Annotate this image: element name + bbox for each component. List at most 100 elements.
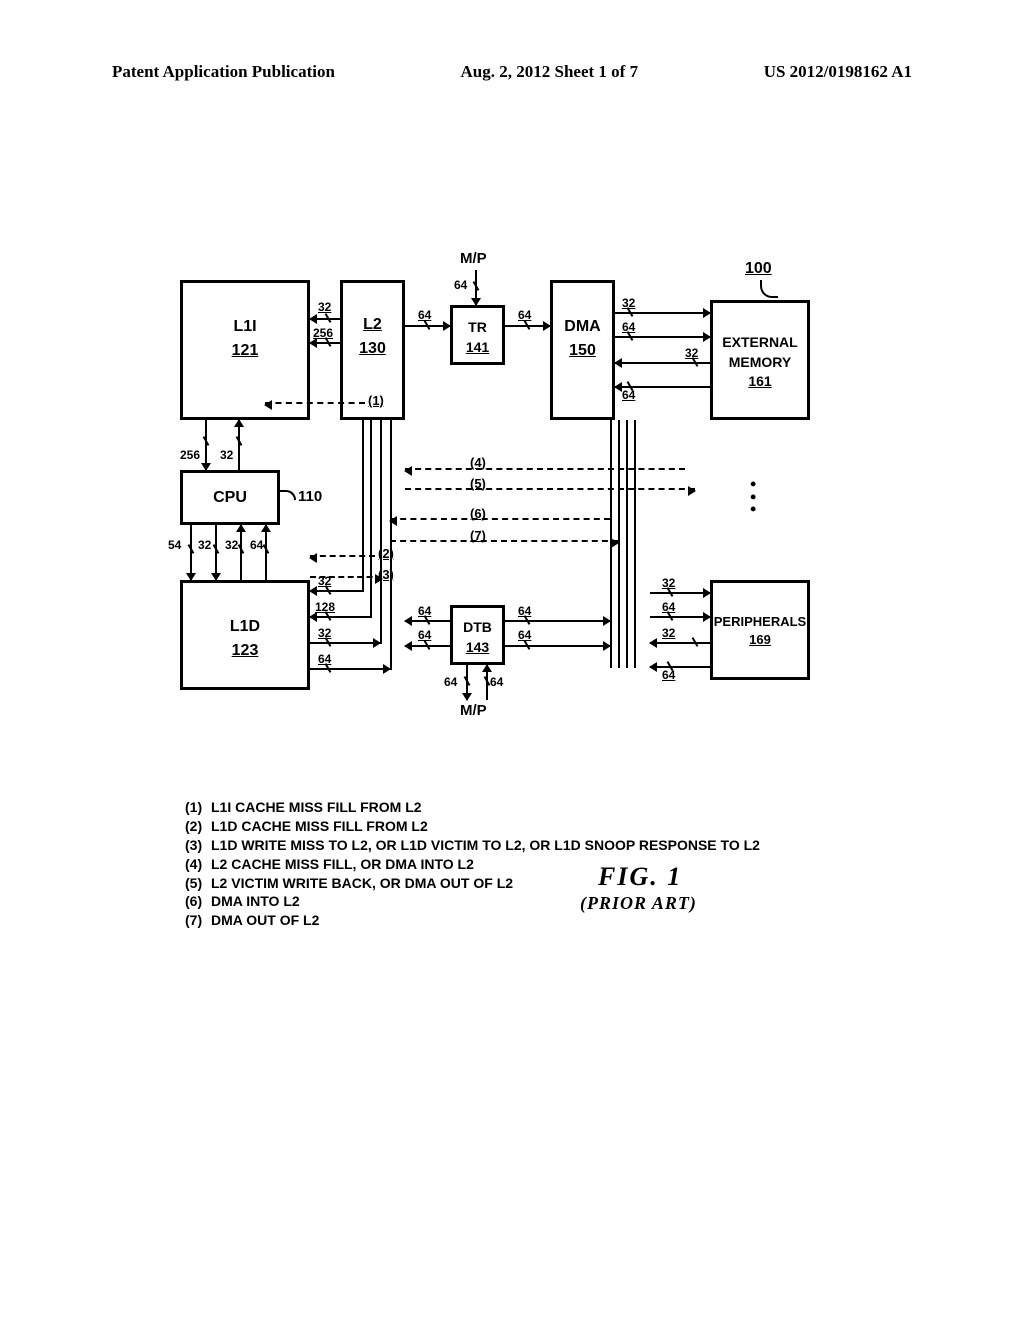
bus-width-32: 32 <box>220 448 233 462</box>
bend-a <box>362 420 364 592</box>
path-2-label: (2) <box>378 546 394 561</box>
ref-110: 110 <box>298 488 322 505</box>
bus-width-32: 32 <box>662 576 675 590</box>
ref-100: 100 <box>745 260 772 278</box>
bus-width-64: 64 <box>622 320 635 334</box>
block-peripherals: PERIPHERALS 169 <box>710 580 810 680</box>
block-l1d-num: 123 <box>183 639 307 663</box>
legend-t-4: L2 CACHE MISS FILL, OR DMA INTO L2 <box>211 855 474 874</box>
dma-drop-d <box>634 420 636 668</box>
path-1-label: (1) <box>368 393 384 408</box>
block-l2-num: 130 <box>343 337 402 361</box>
prior-art-note: (PRIOR ART) <box>580 893 697 914</box>
bus-width-32: 32 <box>662 626 675 640</box>
bus-per-to-dma-64 <box>650 666 710 668</box>
legend-n-4: (4) <box>185 855 211 874</box>
path-5-label: (5) <box>470 476 486 491</box>
legend-t-3: L1D WRITE MISS TO L2, OR L1D VICTIM TO L… <box>211 836 760 855</box>
block-l2-name: L2 <box>343 313 402 337</box>
block-external-memory: EXTERNAL MEMORY 161 <box>710 300 810 420</box>
legend-t-6: DMA INTO L2 <box>211 892 300 911</box>
legend-n-2: (2) <box>185 817 211 836</box>
bus-width-64: 64 <box>662 600 675 614</box>
bus-width-32: 32 <box>685 346 698 360</box>
path-4-line <box>405 468 685 470</box>
legend-n-5: (5) <box>185 874 211 893</box>
path-2-line <box>310 555 375 557</box>
path-6-line <box>390 518 610 520</box>
block-l1i-num: 121 <box>183 339 307 363</box>
block-l1d: L1D 123 <box>180 580 310 690</box>
bus-width-64: 64 <box>318 652 331 666</box>
bend-d <box>390 420 392 670</box>
mp-label-top: M/P <box>460 250 487 267</box>
header-right: US 2012/0198162 A1 <box>764 62 912 82</box>
block-dtb-num: 143 <box>453 638 502 658</box>
page-header: Patent Application Publication Aug. 2, 2… <box>112 62 912 82</box>
bus-dtb-to-dma-b <box>505 645 610 647</box>
bus-width-64: 64 <box>418 604 431 618</box>
bus-l1d-to-l2-32 <box>310 642 380 644</box>
block-ext-name: EXTERNAL MEMORY <box>713 333 807 372</box>
bend-c <box>380 420 382 644</box>
legend-n-3: (3) <box>185 836 211 855</box>
header-center: Aug. 2, 2012 Sheet 1 of 7 <box>461 62 639 82</box>
block-dma: DMA 150 <box>550 280 615 420</box>
bus-width-128: 128 <box>315 600 335 614</box>
bus-width-54: 54 <box>168 538 181 552</box>
block-dtb-name: DTB <box>453 618 502 638</box>
figure-label: FIG. 1 <box>598 862 682 892</box>
bus-width-64: 64 <box>518 604 531 618</box>
block-cpu-name: CPU <box>183 489 277 507</box>
bus-width-256: 256 <box>180 448 200 462</box>
bus-width-64: 64 <box>622 388 635 402</box>
bus-width-32: 32 <box>198 538 211 552</box>
bus-width-64: 64 <box>662 668 675 682</box>
bus-l2-to-l1i-32 <box>310 318 340 320</box>
mp-label-bottom: M/P <box>460 702 487 719</box>
block-per-num: 169 <box>713 631 807 649</box>
path-7-label: (7) <box>470 528 486 543</box>
header-left: Patent Application Publication <box>112 62 335 82</box>
path-6-label: (6) <box>470 506 486 521</box>
bus-width-32: 32 <box>622 296 635 310</box>
bus-width-256: 256 <box>313 326 333 340</box>
dma-drop-c <box>626 420 628 668</box>
block-tr-name: TR <box>453 318 502 338</box>
legend-t-1: L1I CACHE MISS FILL FROM L2 <box>211 798 422 817</box>
legend-t-7: DMA OUT OF L2 <box>211 911 319 930</box>
bus-width-64: 64 <box>444 675 457 689</box>
block-dma-num: 150 <box>553 339 612 363</box>
legend-t-2: L1D CACHE MISS FILL FROM L2 <box>211 817 428 836</box>
block-per-name: PERIPHERALS <box>713 613 807 631</box>
block-l1i-name: L1I <box>183 315 307 339</box>
bus-width-64: 64 <box>454 278 467 292</box>
figure-1-diagram: 100 M/P M/P L1I 121 L2 130 TR 141 DMA 15… <box>150 280 890 760</box>
path-7-line <box>390 540 618 542</box>
legend-n-1: (1) <box>185 798 211 817</box>
bus-width-64: 64 <box>518 628 531 642</box>
path-5-line <box>405 488 695 490</box>
bus-l2-to-l1i-256 <box>310 342 340 344</box>
bus-width-64: 64 <box>418 308 431 322</box>
bus-dma-to-per-32 <box>650 592 710 594</box>
ref-110-leader <box>280 490 296 500</box>
legend-n-7: (7) <box>185 911 211 930</box>
bus-width-32: 32 <box>225 538 238 552</box>
vertical-ellipsis-icon: ••• <box>750 478 756 516</box>
bus-width-64: 64 <box>490 675 503 689</box>
bus-l1d-to-l2-64 <box>310 668 390 670</box>
bus-width-32: 32 <box>318 626 331 640</box>
block-l1d-name: L1D <box>183 615 307 639</box>
bus-width-32: 32 <box>318 300 331 314</box>
path-3-line <box>310 576 382 578</box>
block-ext-num: 161 <box>713 372 807 392</box>
path-3-label: (3) <box>378 567 394 582</box>
legend-t-5: L2 VICTIM WRITE BACK, OR DMA OUT OF L2 <box>211 874 513 893</box>
path-4-label: (4) <box>470 455 486 470</box>
bus-width-64: 64 <box>250 538 263 552</box>
legend-n-6: (6) <box>185 892 211 911</box>
bus-dma-to-per-64 <box>650 616 710 618</box>
bus-l2-to-l1d-128 <box>310 616 370 618</box>
ref-100-leader <box>760 280 778 298</box>
